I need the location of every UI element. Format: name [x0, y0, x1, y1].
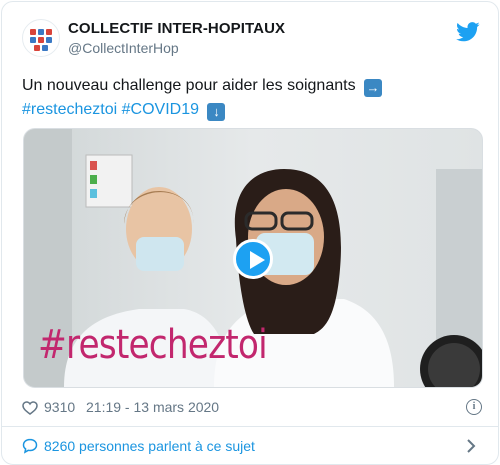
tweet-text-main: Un nouveau challenge pour aider les soig…	[22, 77, 356, 94]
account-avatar[interactable]	[22, 19, 60, 57]
heart-icon[interactable]	[22, 400, 38, 416]
play-button[interactable]	[233, 239, 273, 279]
tweet-text: Un nouveau challenge pour aider les soig…	[22, 74, 482, 122]
tweet-timestamp[interactable]: 21:19 - 13 mars 2020	[86, 399, 219, 415]
divider	[2, 426, 498, 427]
hashtag-covid19[interactable]: #COVID19	[122, 101, 199, 118]
video-thumbnail[interactable]: #restecheztoi	[23, 128, 483, 388]
account-handle[interactable]: @CollectInterHop	[68, 40, 179, 56]
tweet-header: COLLECTIF INTER-HOPITAUX @CollectInterHo…	[2, 2, 498, 66]
account-name[interactable]: COLLECTIF INTER-HOPITAUX	[68, 20, 285, 37]
like-count[interactable]: 9310	[44, 399, 75, 415]
speech-bubble-icon	[22, 438, 38, 454]
arrow-down-emoji-icon: ↓	[207, 103, 226, 121]
embedded-tweet-card: COLLECTIF INTER-HOPITAUX @CollectInterHo…	[1, 1, 499, 465]
chevron-right-icon[interactable]	[466, 438, 476, 454]
twitter-bird-icon[interactable]	[456, 22, 480, 42]
tweet-meta: 9310 21:19 - 13 mars 2020 i	[22, 398, 482, 418]
conversation-label[interactable]: 8260 personnes parlent à ce sujet	[44, 438, 255, 454]
hashtag-restecheztoi[interactable]: #restecheztoi	[22, 101, 117, 118]
conversation-link[interactable]: 8260 personnes parlent à ce sujet	[22, 435, 482, 459]
arrow-right-emoji-icon: →	[364, 79, 383, 97]
info-icon[interactable]: i	[466, 399, 482, 415]
video-overlay-hashtag: #restecheztoi	[38, 322, 268, 368]
